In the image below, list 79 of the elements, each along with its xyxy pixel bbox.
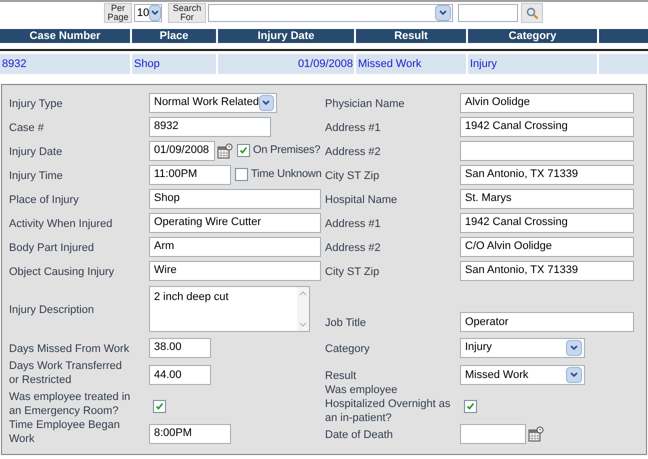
field-label: City ST Zip (325, 168, 380, 182)
field-label: Category (325, 342, 370, 356)
search-button[interactable] (521, 3, 543, 23)
field-label: Was employee treated in an Emergency Room? (9, 390, 131, 418)
field-label: Address #1 (325, 120, 381, 134)
table-cell[interactable]: Missed Work (356, 54, 466, 74)
dropdown[interactable]: Missed Work (460, 365, 585, 385)
field-label: Physician Name (325, 96, 404, 110)
date-field[interactable] (460, 424, 526, 444)
time-field[interactable]: 11:00PM (149, 164, 231, 184)
field-label: Body Part Injured (9, 240, 94, 254)
field-label: Hospital Name (325, 192, 398, 206)
column-header (599, 29, 648, 43)
text-area[interactable]: 2 inch deep cut (149, 286, 310, 332)
field-label: Activity When Injured (9, 216, 112, 230)
field-label: Time Employee Began Work (9, 418, 121, 446)
column-header[interactable]: Result (356, 29, 466, 43)
text-field[interactable]: Wire (149, 260, 321, 280)
field-label: Address #2 (325, 144, 381, 158)
dropdown[interactable]: Injury (460, 338, 585, 358)
table-cell[interactable]: Shop (132, 54, 216, 74)
checkbox-label: Time Unknown (251, 167, 322, 182)
field-label: Result (325, 369, 356, 383)
text-field[interactable]: 38.00 (149, 338, 211, 358)
search-field[interactable] (458, 4, 518, 22)
text-field[interactable]: Alvin Oolidge (460, 92, 634, 112)
field-label: Case # (9, 120, 44, 134)
field-label: Injury Time (9, 168, 63, 182)
search-icon (526, 6, 538, 20)
field-label: Job Title (325, 316, 366, 330)
per-page-label: Per Page (104, 3, 132, 23)
checkbox[interactable] (235, 168, 248, 181)
scrollbar-icon (297, 287, 309, 331)
checkbox-label: On Premises? (253, 143, 320, 158)
search-for-label: Search For (168, 3, 206, 23)
column-header[interactable]: Case Number (0, 29, 130, 43)
text-field[interactable]: 1942 Canal Crossing (460, 212, 634, 232)
calendar-icon[interactable] (528, 426, 544, 442)
checkbox[interactable] (237, 144, 250, 157)
field-label: Injury Date (9, 144, 62, 158)
table-cell[interactable]: 8932 (0, 54, 130, 74)
checkbox[interactable] (464, 400, 477, 412)
text-field[interactable]: Operating Wire Cutter (149, 212, 321, 232)
field-label: Object Causing Injury (9, 264, 114, 278)
text-field[interactable]: 8932 (149, 116, 271, 136)
checkbox[interactable] (153, 400, 166, 412)
per-page-dropdown[interactable]: 10 (134, 4, 162, 22)
field-label: Days Missed From Work (9, 342, 130, 356)
column-header[interactable]: Category (468, 29, 597, 43)
date-field[interactable]: 01/09/2008 (149, 140, 215, 160)
field-label: Place of Injury (9, 192, 79, 206)
text-field[interactable]: 1942 Canal Crossing (460, 116, 634, 136)
calendar-icon[interactable] (217, 142, 233, 158)
field-label: Was employee Hospitalized Overnight as an in-patient? (325, 383, 452, 425)
column-header[interactable]: Place (132, 29, 216, 43)
text-field[interactable]: San Antonio, TX 71339 (460, 164, 634, 184)
dropdown-arrow-icon[interactable] (149, 5, 161, 21)
field-label: Date of Death (325, 428, 393, 442)
dropdown[interactable]: Normal Work Related (149, 92, 277, 112)
text-field[interactable]: 44.00 (149, 365, 211, 385)
field-label: Days Work Transferred or Restricted (9, 359, 123, 387)
field-label: Address #1 (325, 216, 381, 230)
field-label: Injury Description (9, 303, 94, 317)
time-field[interactable]: 8:00PM (149, 424, 231, 444)
dropdown-arrow-icon[interactable] (258, 94, 274, 110)
text-field[interactable]: Operator (460, 312, 634, 332)
table-cell (599, 54, 648, 74)
text-field[interactable]: Arm (149, 236, 321, 256)
field-label: Injury Type (9, 96, 63, 110)
field-label: City ST Zip (325, 264, 380, 278)
table-cell[interactable]: Injury (468, 54, 597, 74)
text-field[interactable]: C/O Alvin Oolidge (460, 236, 634, 256)
table-cell[interactable]: 01/09/2008 (218, 54, 354, 74)
text-field[interactable] (460, 140, 634, 160)
text-field[interactable]: St. Marys (460, 188, 634, 208)
text-field[interactable]: San Antonio, TX 71339 (460, 260, 634, 280)
text-field[interactable]: Shop (149, 188, 321, 208)
column-header[interactable]: Injury Date (218, 29, 354, 43)
field-label: Address #2 (325, 240, 381, 254)
